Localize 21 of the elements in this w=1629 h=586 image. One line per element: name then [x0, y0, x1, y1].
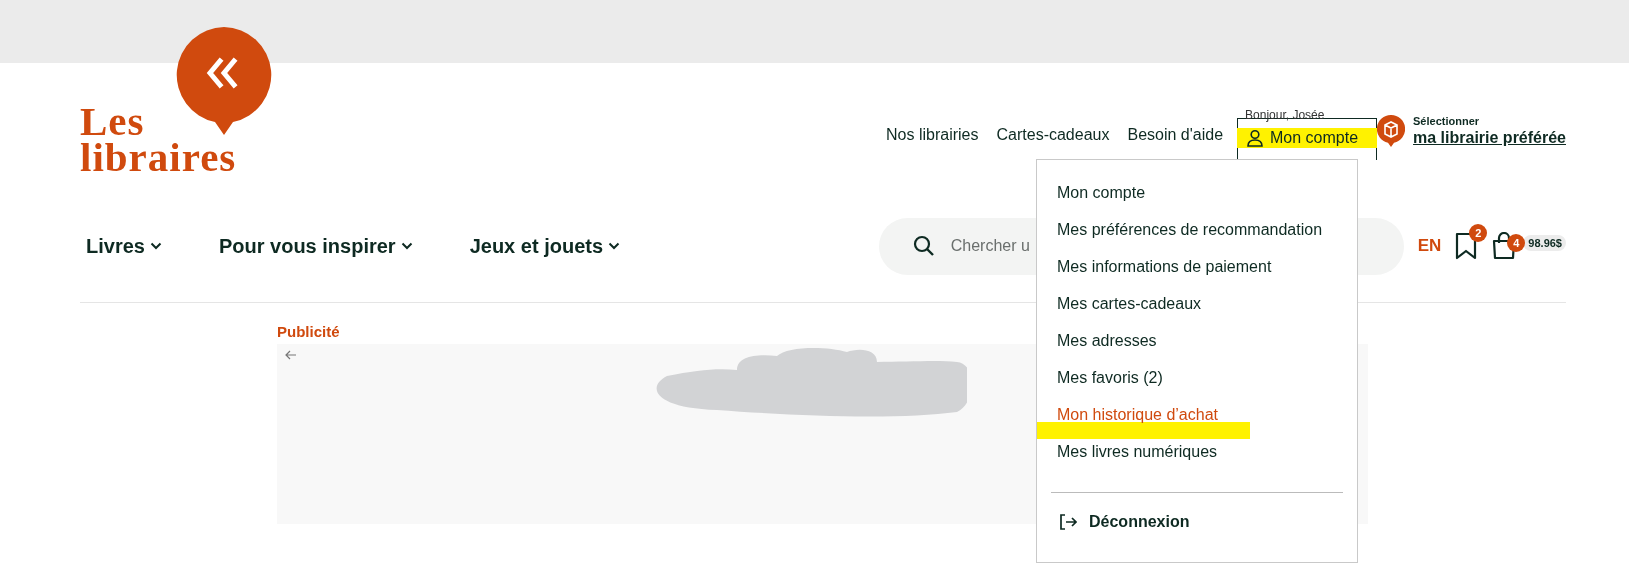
menu-item[interactable]: Mon historique d’achat	[1037, 396, 1357, 434]
nav-menu-item[interactable]: Pour vous inspirer	[218, 234, 413, 258]
account-button[interactable]: Mon compte	[1244, 127, 1361, 149]
library-link[interactable]: ma librairie préférée	[1413, 129, 1566, 147]
count-badge: 2	[1469, 224, 1488, 242]
select-caption: Sélectionner	[1413, 115, 1481, 127]
menu-item[interactable]: Mon compte	[1037, 174, 1357, 212]
language-link[interactable]: EN	[1417, 236, 1442, 256]
cart-total: 98.96$	[1523, 235, 1566, 251]
menu-item[interactable]: Mes livres numériques	[1037, 433, 1357, 471]
menu-item[interactable]: Mes cartes-cadeaux	[1037, 285, 1357, 323]
menu-item[interactable]: Mes favoris (2)	[1037, 359, 1357, 397]
menu-item[interactable]: Mes adresses	[1037, 322, 1357, 360]
top-link[interactable]: Cartes-cadeaux	[996, 126, 1110, 144]
logout-button[interactable]: Déconnexion	[1037, 493, 1212, 551]
nav-menu-item[interactable]: Jeux et jouets	[469, 234, 621, 258]
logo-text[interactable]: Les libraires	[80, 63, 237, 218]
top-link[interactable]: Besoin d'aide	[1127, 126, 1224, 144]
nav-menu-item[interactable]: Livres	[86, 234, 162, 258]
count-badge: 4	[1507, 234, 1526, 252]
top-link[interactable]: Nos librairies	[886, 126, 979, 144]
